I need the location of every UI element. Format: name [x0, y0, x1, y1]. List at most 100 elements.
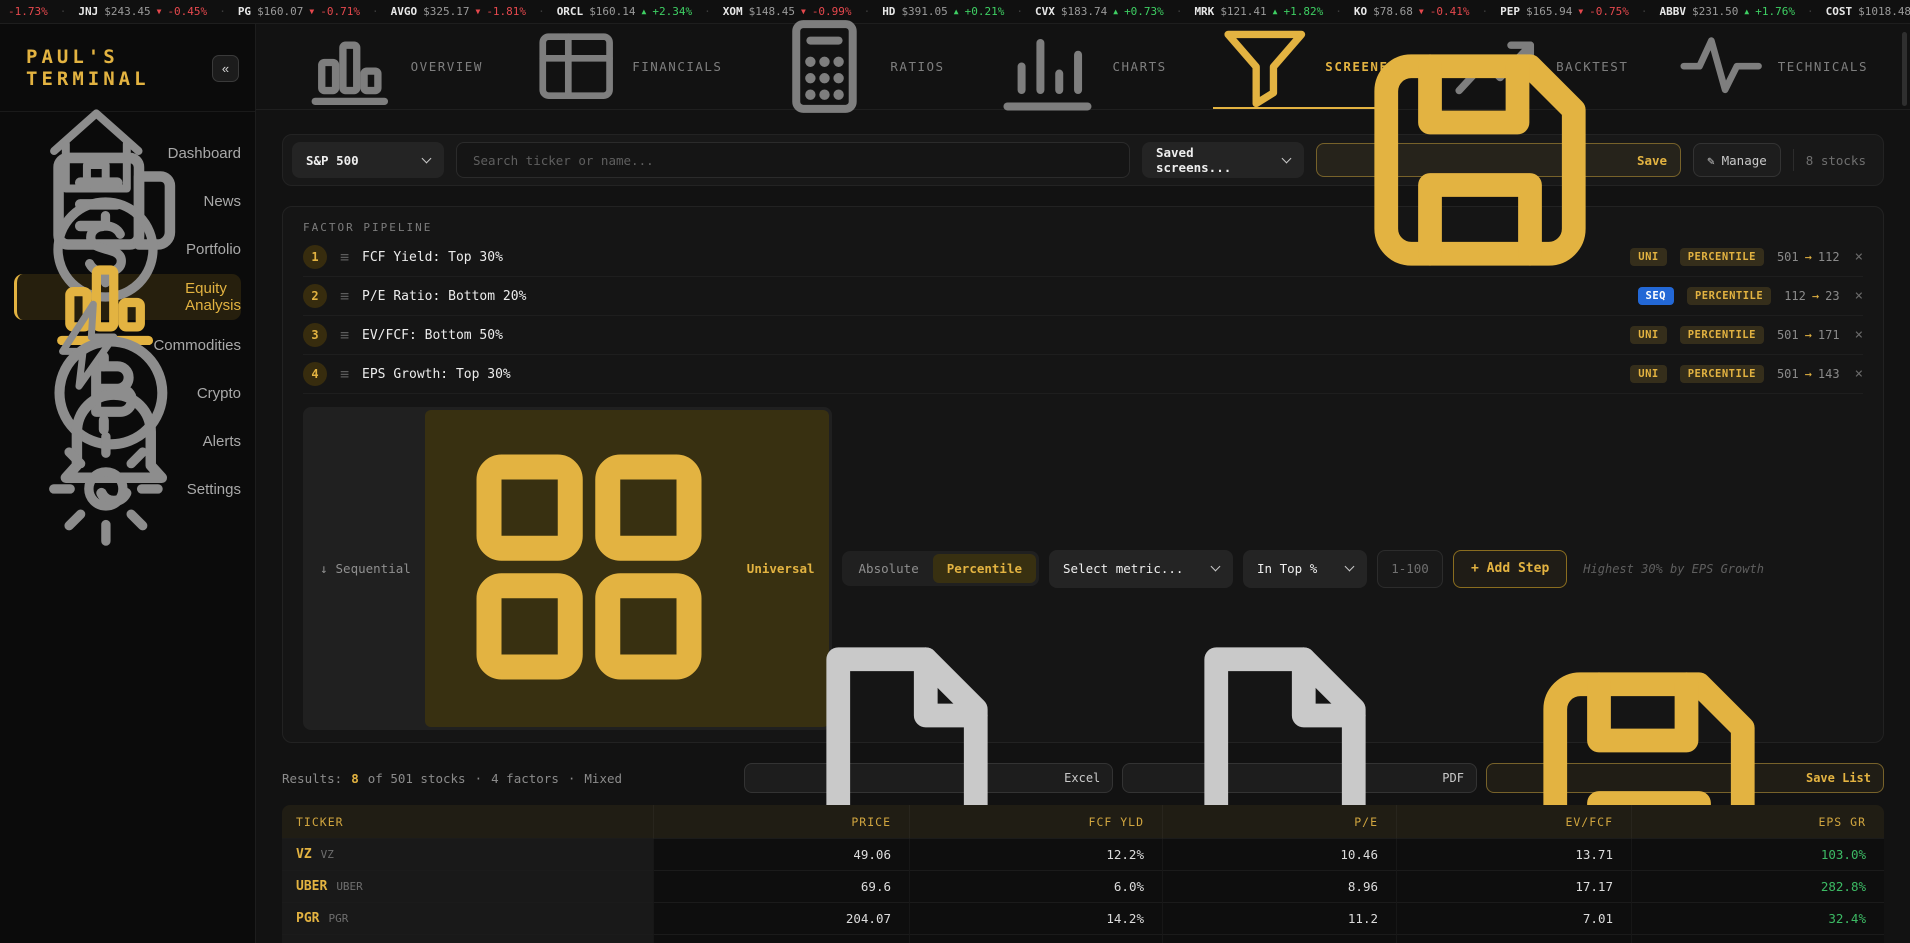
save-button[interactable]: Save	[1316, 143, 1681, 177]
up-arrow-icon: ▲	[1113, 7, 1118, 16]
type-badge[interactable]: PERCENTILE	[1680, 365, 1764, 383]
tape-symbol: XOM	[723, 5, 743, 18]
ticker-cell: CMCSACMCSA	[282, 935, 653, 943]
count-from: 501	[1777, 328, 1799, 342]
tab-technicals[interactable]: TECHNICALS	[1674, 24, 1868, 109]
sidebar-nav: DashboardNewsPortfolioEquity AnalysisCom…	[0, 130, 255, 512]
tape-item[interactable]: AVGO$325.17▼-1.81%	[391, 5, 526, 18]
tape-symbol: COST	[1826, 5, 1853, 18]
count-to: 112	[1818, 250, 1840, 264]
pe-cell: 5.86	[1162, 935, 1396, 943]
ticker-cell: UBERUBER	[282, 871, 653, 903]
separator-dot: ·	[568, 771, 576, 786]
table-row[interactable]: UBERUBER69.66.0%8.9617.17282.8%	[282, 871, 1884, 903]
mode-toggle: ↓ Sequential Universal	[303, 407, 832, 730]
column-header-fcf-yld[interactable]: FCF YLD	[909, 805, 1162, 839]
operator-value: In Top %	[1257, 561, 1317, 576]
results-label: Results:	[282, 771, 342, 786]
remove-step-icon[interactable]: ×	[1855, 327, 1863, 343]
table-row[interactable]: PGRPGR204.0714.2%11.27.0132.4%	[282, 903, 1884, 935]
tape-item[interactable]: COST$1018.48▲	[1826, 5, 1910, 18]
pdf-button[interactable]: PDF	[1122, 763, 1477, 793]
type-badge[interactable]: PERCENTILE	[1687, 287, 1771, 305]
excel-button[interactable]: Excel	[744, 763, 1113, 793]
step-counts: 501→171	[1777, 328, 1840, 342]
column-header-price[interactable]: PRICE	[653, 805, 909, 839]
tape-price: $231.50	[1692, 5, 1738, 18]
tab-ratios[interactable]: RATIOS	[768, 24, 944, 109]
scrollbar-thumb[interactable]	[1902, 32, 1907, 106]
tape-item[interactable]: -1.73%	[8, 5, 48, 18]
arrow-right-icon: →	[1805, 328, 1812, 342]
column-header-p-e[interactable]: P/E	[1162, 805, 1396, 839]
mode-badge[interactable]: SEQ	[1638, 287, 1674, 305]
sidebar-item-settings[interactable]: Settings	[14, 466, 241, 512]
mode-badge[interactable]: UNI	[1630, 365, 1666, 383]
tape-item[interactable]: ORCL$160.14▲+2.34%	[557, 5, 692, 18]
sequential-toggle[interactable]: ↓ Sequential	[306, 410, 425, 727]
drag-handle-icon[interactable]: ≡	[340, 326, 349, 344]
mode-badge[interactable]: UNI	[1630, 248, 1666, 266]
add-step-button[interactable]: + Add Step	[1453, 550, 1567, 588]
range-input[interactable]	[1377, 550, 1443, 588]
step-label: EPS Growth: Top 30%	[362, 367, 511, 382]
fcf-yld-cell: 12.2%	[909, 839, 1162, 871]
tab-financials[interactable]: FINANCIALS	[529, 24, 723, 109]
drag-handle-icon[interactable]: ≡	[340, 365, 349, 383]
column-header-ticker[interactable]: TICKER	[282, 805, 653, 839]
pencil-icon: ✎	[1707, 153, 1715, 168]
column-header-ev-fcf[interactable]: EV/FCF	[1396, 805, 1631, 839]
step-counts: 112→23	[1784, 289, 1839, 303]
count-from: 501	[1777, 367, 1799, 381]
step-number: 1	[303, 245, 327, 269]
eps-gr-cell: 32.4%	[1631, 903, 1884, 935]
saved-screens-select[interactable]: Saved screens...	[1142, 142, 1304, 178]
fcf-yld-cell: 18.8%	[909, 935, 1162, 943]
manage-button[interactable]: ✎ Manage	[1693, 143, 1781, 177]
type-badge[interactable]: PERCENTILE	[1680, 248, 1764, 266]
remove-step-icon[interactable]: ×	[1855, 366, 1863, 382]
separator-dot: ·	[475, 771, 483, 786]
chevron-down-icon	[1282, 153, 1292, 163]
eps-gr-cell: 282.8%	[1631, 871, 1884, 903]
funnel-icon	[1213, 15, 1317, 119]
remove-step-icon[interactable]: ×	[1855, 249, 1863, 265]
universe-select[interactable]: S&P 500	[292, 142, 444, 178]
grid-icon	[439, 417, 739, 720]
mode-badge[interactable]: UNI	[1630, 326, 1666, 344]
percentile-toggle[interactable]: Percentile	[933, 554, 1036, 583]
tape-symbol: MRK	[1194, 5, 1214, 18]
metric-select[interactable]: Select metric...	[1049, 550, 1233, 588]
tape-item[interactable]: ABBV$231.50▲+1.76%	[1660, 5, 1795, 18]
tape-item[interactable]: HD$391.05▲+0.21%	[882, 5, 1004, 18]
operator-select[interactable]: In Top %	[1243, 550, 1367, 588]
drag-handle-icon[interactable]: ≡	[340, 287, 349, 305]
separator-dot: ·	[538, 5, 545, 18]
arrow-right-icon: →	[1812, 289, 1819, 303]
drag-handle-icon[interactable]: ≡	[340, 248, 349, 266]
step-counts: 501→112	[1777, 250, 1840, 264]
metric-placeholder: Select metric...	[1063, 561, 1183, 576]
export-actions: Excel PDF Save List	[744, 763, 1884, 793]
results-bar: Results: 8 of 501 stocks · 4 factors · M…	[282, 763, 1884, 793]
results-factors: 4 factors	[491, 771, 559, 786]
sidebar-item-label: Settings	[187, 481, 241, 498]
absolute-toggle[interactable]: Absolute	[845, 554, 933, 583]
count-to: 23	[1825, 289, 1839, 303]
tab-overview[interactable]: OVERVIEW	[298, 24, 483, 109]
search-input[interactable]	[456, 142, 1130, 178]
save-list-label: Save List	[1806, 771, 1871, 785]
column-header-eps-gr[interactable]: EPS GR	[1631, 805, 1884, 839]
table-icon	[529, 19, 623, 113]
ev-fcf-cell: 7.01	[1396, 903, 1631, 935]
tape-item[interactable]: JNJ$243.45▼-0.45%	[78, 5, 207, 18]
sidebar-collapse-button[interactable]: «	[212, 55, 239, 82]
step-label: FCF Yield: Top 30%	[362, 250, 503, 265]
save-list-button[interactable]: Save List	[1486, 763, 1884, 793]
table-row[interactable]: VZVZ49.0612.2%10.4613.71103.0%	[282, 839, 1884, 871]
tab-charts[interactable]: CHARTS	[991, 24, 1167, 109]
table-row[interactable]: CMCSACMCSA31.5718.8%5.869.4230.2%	[282, 935, 1884, 943]
remove-step-icon[interactable]: ×	[1855, 288, 1863, 304]
type-badge[interactable]: PERCENTILE	[1680, 326, 1764, 344]
sidebar-item-label: News	[203, 193, 241, 210]
